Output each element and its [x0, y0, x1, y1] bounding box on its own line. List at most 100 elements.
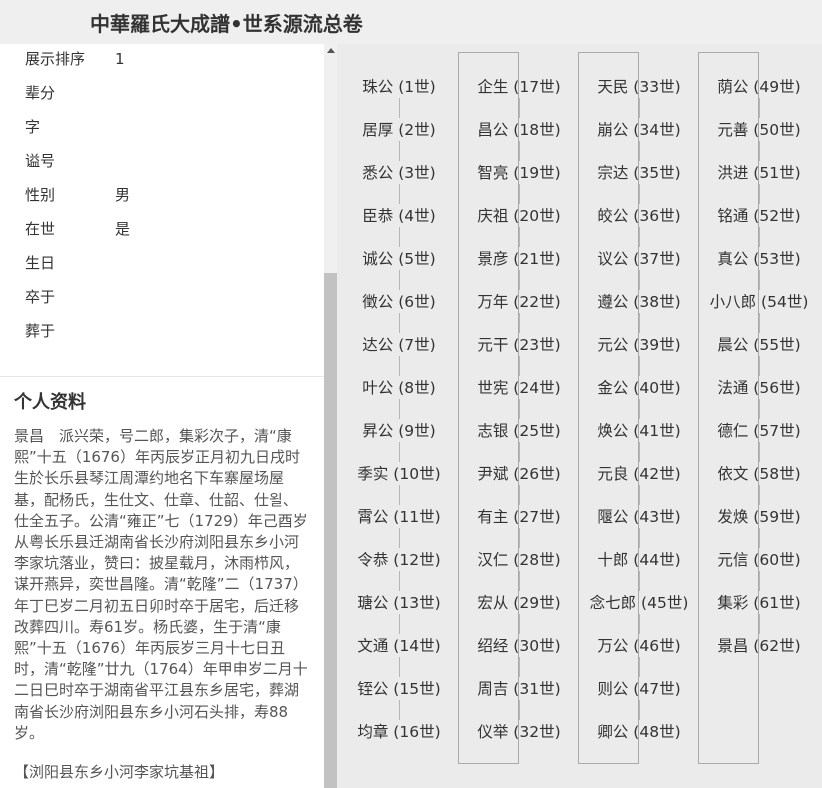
lineage-node[interactable]: 卿公 (48世) — [584, 721, 694, 743]
lineage-node[interactable]: 臣恭 (4世) — [344, 205, 454, 247]
lineage-node[interactable]: 真公 (53世) — [704, 248, 814, 290]
lineage-connector — [519, 98, 520, 118]
lineage-node[interactable]: 宏从 (29世) — [464, 592, 574, 634]
lineage-node[interactable]: 金公 (40世) — [584, 377, 694, 419]
lineage-node[interactable]: 企生 (17世) — [464, 76, 574, 118]
lineage-node[interactable]: 元良 (42世) — [584, 463, 694, 505]
lineage-connector — [519, 657, 520, 677]
lineage-connector — [519, 442, 520, 462]
lineage-node[interactable]: 宗达 (35世) — [584, 162, 694, 204]
lineage-node[interactable]: 令恭 (12世) — [344, 549, 454, 591]
lineage-node[interactable]: 文通 (14世) — [344, 635, 454, 677]
lineage-node[interactable]: 天民 (33世) — [584, 76, 694, 118]
lineage-node[interactable]: 万年 (22世) — [464, 291, 574, 333]
field-alive: 在世 是 — [25, 218, 130, 240]
lineage-connector — [399, 442, 400, 462]
profile-biography: 景昌 派兴荣，号二郎，集彩次子，清“康熙”十五（1676）年丙辰岁正月初九日戌时… — [14, 427, 308, 742]
field-label: 辈分 — [25, 84, 56, 102]
lineage-node[interactable]: 议公 (37世) — [584, 248, 694, 290]
lineage-connector — [639, 141, 640, 161]
lineage-node[interactable]: 德仁 (57世) — [704, 420, 814, 462]
lineage-node[interactable]: 智亮 (19世) — [464, 162, 574, 204]
lineage-node[interactable]: 元善 (50世) — [704, 119, 814, 161]
lineage-connector — [399, 98, 400, 118]
field-posthumous-name: 谥号 — [25, 150, 115, 172]
lineage-node[interactable]: 世宪 (24世) — [464, 377, 574, 419]
lineage-node[interactable]: 念七郎 (45世) — [584, 592, 694, 634]
lineage-node[interactable]: 隁公 (43世) — [584, 506, 694, 548]
lineage-node[interactable]: 依文 (58世) — [704, 463, 814, 505]
lineage-node[interactable]: 洪进 (51世) — [704, 162, 814, 204]
field-value: 1 — [115, 50, 125, 68]
lineage-node[interactable]: 小八郎 (54世) — [704, 291, 814, 333]
scroll-thumb[interactable] — [324, 273, 337, 788]
lineage-node[interactable]: 达公 (7世) — [344, 334, 454, 376]
lineage-node[interactable]: 遵公 (38世) — [584, 291, 694, 333]
field-courtesy-name: 字 — [25, 116, 115, 138]
lineage-node[interactable]: 周吉 (31世) — [464, 678, 574, 720]
field-label: 字 — [25, 118, 41, 136]
lineage-node[interactable]: 集彩 (61世) — [704, 592, 814, 634]
lineage-node[interactable]: 焕公 (41世) — [584, 420, 694, 462]
lineage-node[interactable]: 发焕 (59世) — [704, 506, 814, 548]
lineage-connector — [519, 184, 520, 204]
lineage-node[interactable]: 悉公 (3世) — [344, 162, 454, 204]
lineage-node[interactable]: 景昌 (62世) — [704, 635, 814, 657]
lineage-node[interactable]: 居厚 (2世) — [344, 119, 454, 161]
lineage-connector — [759, 614, 760, 634]
lineage-node[interactable]: 绍经 (30世) — [464, 635, 574, 677]
lineage-node[interactable]: 汉仁 (28世) — [464, 549, 574, 591]
field-sort-order: 展示排序 1 — [25, 48, 125, 70]
lineage-node[interactable]: 铚公 (15世) — [344, 678, 454, 720]
lineage-node[interactable]: 志银 (25世) — [464, 420, 574, 462]
lineage-connector — [639, 98, 640, 118]
lineage-node[interactable]: 铭通 (52世) — [704, 205, 814, 247]
lineage-connector — [759, 227, 760, 247]
lineage-connector — [759, 141, 760, 161]
lineage-node[interactable]: 元公 (39世) — [584, 334, 694, 376]
lineage-node[interactable]: 诚公 (5世) — [344, 248, 454, 290]
lineage-connector — [519, 270, 520, 290]
lineage-node[interactable]: 元干 (23世) — [464, 334, 574, 376]
lineage-connector — [399, 657, 400, 677]
lineage-node[interactable]: 均章 (16世) — [344, 721, 454, 743]
lineage-node[interactable]: 霄公 (11世) — [344, 506, 454, 548]
lineage-connector — [399, 614, 400, 634]
lineage-node[interactable]: 有主 (27世) — [464, 506, 574, 548]
lineage-node[interactable]: 尹斌 (26世) — [464, 463, 574, 505]
field-value: 是 — [115, 220, 131, 238]
lineage-node[interactable]: 荫公 (49世) — [704, 76, 814, 118]
scroll-up-arrow-icon[interactable] — [327, 48, 335, 53]
lineage-connector — [519, 313, 520, 333]
lineage-node[interactable]: 昇公 (9世) — [344, 420, 454, 462]
lineage-node[interactable]: 季实 (10世) — [344, 463, 454, 505]
lineage-connector — [759, 184, 760, 204]
lineage-connector — [399, 700, 400, 720]
lineage-connector — [759, 98, 760, 118]
lineage-node[interactable]: 晨公 (55世) — [704, 334, 814, 376]
lineage-node[interactable]: 元信 (60世) — [704, 549, 814, 591]
lineage-node[interactable]: 皎公 (36世) — [584, 205, 694, 247]
lineage-node[interactable]: 瑭公 (13世) — [344, 592, 454, 634]
lineage-node[interactable]: 崩公 (34世) — [584, 119, 694, 161]
lineage-node[interactable]: 万公 (46世) — [584, 635, 694, 677]
lineage-connector — [759, 356, 760, 376]
lineage-connector — [639, 270, 640, 290]
lineage-node[interactable]: 昌公 (18世) — [464, 119, 574, 161]
left-scrollbar[interactable] — [324, 44, 337, 788]
lineage-node[interactable]: 徵公 (6世) — [344, 291, 454, 333]
field-generation-name: 辈分 — [25, 82, 115, 104]
lineage-node[interactable]: 仪举 (32世) — [464, 721, 574, 743]
field-birthday: 生日 — [25, 252, 115, 274]
lineage-connector — [519, 614, 520, 634]
lineage-node[interactable]: 十郎 (44世) — [584, 549, 694, 591]
lineage-node[interactable]: 珠公 (1世) — [344, 76, 454, 118]
lineage-node[interactable]: 则公 (47世) — [584, 678, 694, 720]
field-buried: 葬于 — [25, 320, 115, 342]
lineage-node[interactable]: 叶公 (8世) — [344, 377, 454, 419]
lineage-node[interactable]: 法通 (56世) — [704, 377, 814, 419]
lineage-column-box — [698, 52, 759, 764]
lineage-node[interactable]: 庆祖 (20世) — [464, 205, 574, 247]
lineage-node[interactable]: 景彦 (21世) — [464, 248, 574, 290]
lineage-connector — [399, 399, 400, 419]
